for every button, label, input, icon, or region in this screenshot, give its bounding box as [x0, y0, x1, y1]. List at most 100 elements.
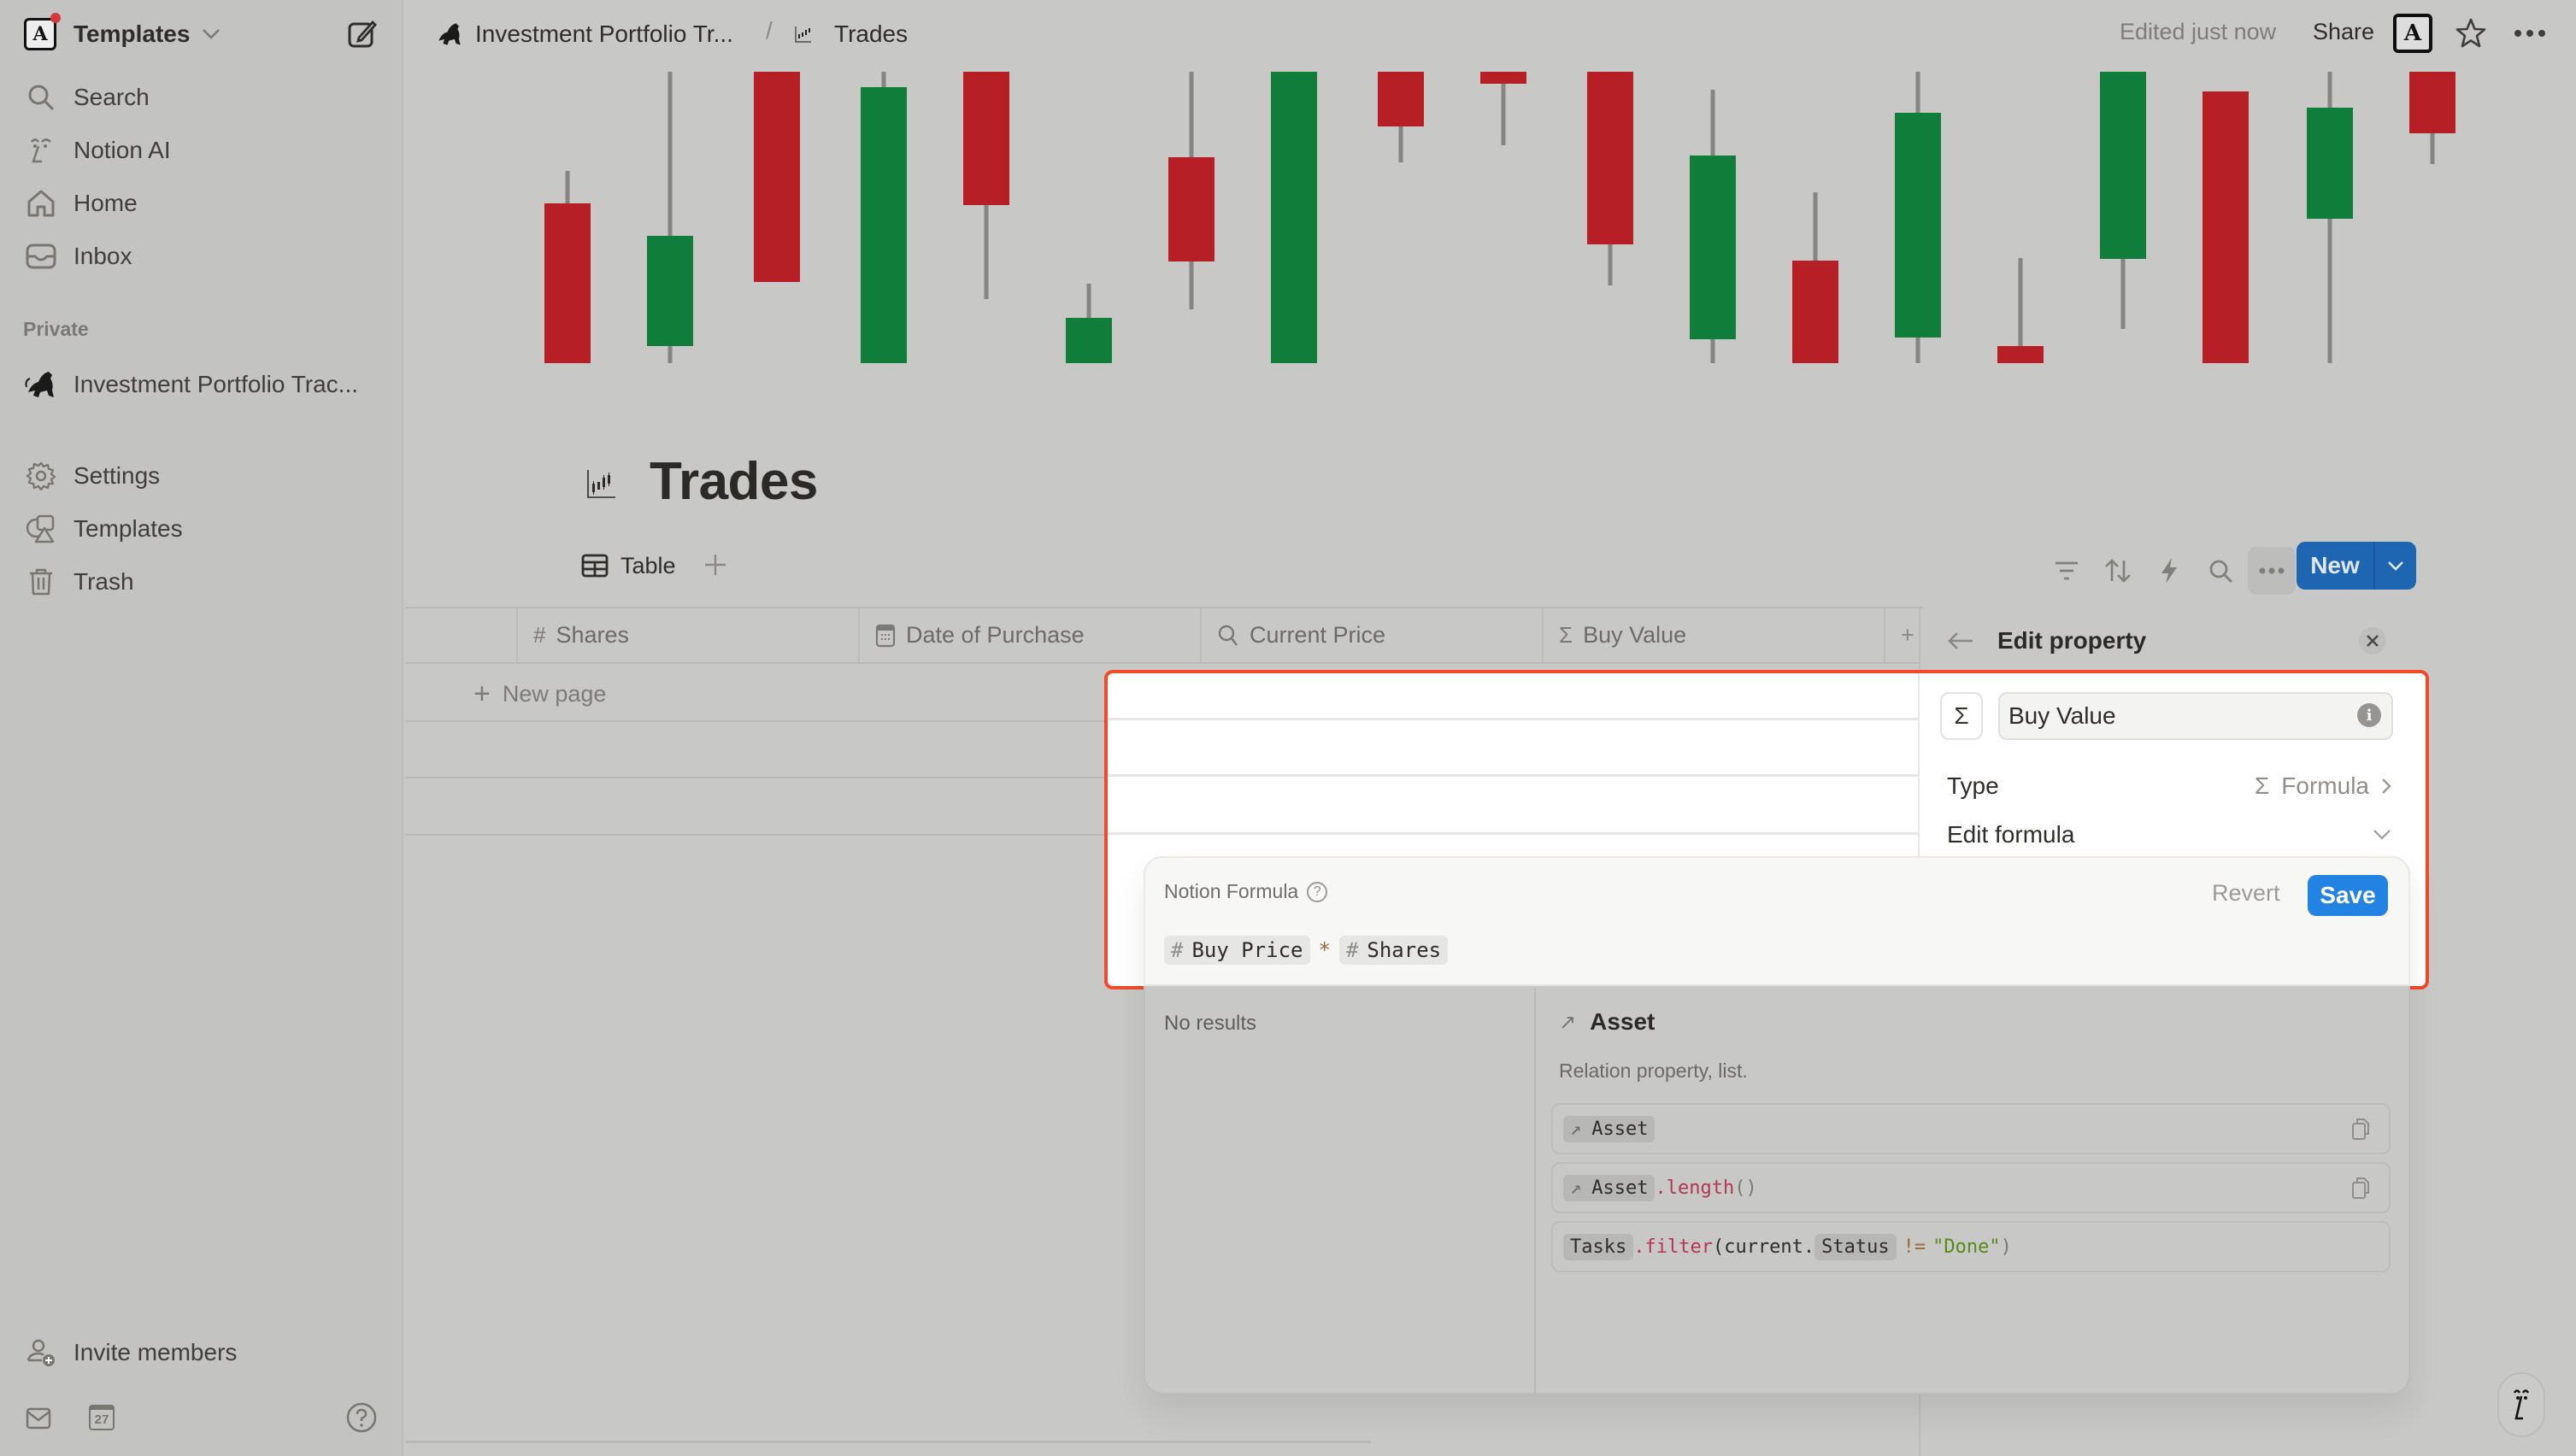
sidebar-page-investment-portfolio[interactable]: Investment Portfolio Trac...: [24, 363, 358, 406]
formula-input-area[interactable]: [1144, 856, 2410, 986]
sidebar-item-notion-ai[interactable]: Notion AI: [24, 129, 171, 172]
doc-title-label: Asset: [1590, 1008, 1656, 1035]
mail-icon[interactable]: [26, 1406, 51, 1430]
property-icon-button[interactable]: Σ: [1940, 692, 1983, 740]
calendar-icon[interactable]: 27: [89, 1405, 115, 1430]
number-icon: #: [1345, 938, 1359, 962]
chevron-down-icon: [202, 28, 221, 40]
property-type-row[interactable]: Type Σ Formula: [1947, 769, 2391, 803]
view-tab-table[interactable]: Table: [581, 547, 676, 584]
type-value: Σ Formula: [2255, 772, 2391, 800]
example-item[interactable]: ↗ Asset: [1551, 1103, 2391, 1154]
candle-body-down: [1587, 72, 1633, 244]
column-header-label: Date of Purchase: [906, 622, 1085, 648]
breadcrumb-item-portfolio[interactable]: Investment Portfolio Tr...: [436, 17, 733, 51]
lightning-icon: [2161, 558, 2177, 584]
copy-icon[interactable]: [2351, 1117, 2370, 1141]
sidebar-item-label: Inbox: [74, 243, 132, 269]
example-item[interactable]: ↗ Asset .length (): [1551, 1162, 2391, 1213]
property-chip-status: Status: [1814, 1233, 1897, 1260]
search-icon: [24, 80, 58, 114]
horizontal-scrollbar[interactable]: [405, 1441, 1371, 1443]
workspace-switcher[interactable]: A Templates: [24, 13, 221, 53]
edit-property-title: Edit property: [1997, 627, 2147, 654]
edit-formula-row[interactable]: Edit formula: [1947, 818, 2391, 852]
column-header-date-of-purchase[interactable]: Date of Purchase: [858, 608, 1200, 662]
help-icon[interactable]: ?: [1307, 881, 1328, 902]
more-options-button[interactable]: [2513, 21, 2547, 46]
column-header-shares[interactable]: # Shares: [516, 608, 858, 662]
revert-button[interactable]: Revert: [2212, 880, 2280, 907]
new-dropdown-button[interactable]: [2375, 542, 2416, 590]
arrow-left-icon: [1948, 632, 1973, 649]
row-divider: [1108, 774, 1920, 777]
sidebar-item-search[interactable]: Search: [24, 76, 150, 119]
page-cover[interactable]: [405, 68, 2576, 367]
sort-button[interactable]: [2094, 547, 2142, 595]
trash-icon: [24, 565, 58, 599]
column-header-buy-value[interactable]: Σ Buy Value: [1542, 608, 1884, 662]
suggestions-empty: No results: [1164, 1012, 1257, 1035]
sidebar-item-settings[interactable]: Settings: [24, 455, 160, 497]
invite-members-button[interactable]: Invite members: [24, 1331, 237, 1374]
relation-arrow-icon: ↗: [1559, 1010, 1577, 1034]
function-parens: ): [2000, 1236, 2012, 1258]
candle-body-up: [1066, 318, 1112, 363]
candle-body-up: [647, 236, 693, 346]
new-record-button[interactable]: New: [2297, 542, 2416, 590]
string-literal: "Done": [1932, 1236, 2001, 1258]
filter-button[interactable]: [2043, 547, 2091, 595]
add-view-button[interactable]: [703, 552, 728, 578]
candlestick-icon: [795, 26, 812, 43]
search-icon: [2209, 560, 2232, 583]
row-divider: [405, 720, 1106, 722]
help-icon[interactable]: [345, 1401, 378, 1434]
gear-icon: [24, 459, 58, 493]
edited-status: Edited just now: [2120, 19, 2277, 44]
column-header-current-price[interactable]: Current Price: [1200, 608, 1542, 662]
type-value-label: Formula: [2281, 772, 2369, 799]
page-title[interactable]: Trades: [650, 451, 818, 512]
close-button[interactable]: [2359, 627, 2386, 655]
candle-body-down: [1480, 72, 1526, 84]
copy-icon[interactable]: [2351, 1176, 2370, 1200]
back-button[interactable]: [1947, 631, 1974, 651]
info-icon[interactable]: i: [2357, 703, 2381, 727]
sidebar-item-label: Trash: [74, 568, 134, 595]
sidebar-item-home[interactable]: Home: [24, 182, 138, 225]
sidebar-item-label: Investment Portfolio Trac...: [74, 371, 359, 397]
search-button[interactable]: [2197, 547, 2244, 595]
notion-ai-button[interactable]: [2497, 1372, 2545, 1437]
new-page-button[interactable]: [347, 19, 378, 50]
example-item[interactable]: Tasks .filter (current. Status != "Done"…: [1551, 1221, 2391, 1272]
notion-ai-icon: [2513, 1389, 2530, 1420]
sidebar-item-trash[interactable]: Trash: [24, 561, 134, 603]
favorite-button[interactable]: [2455, 17, 2487, 50]
star-icon: [2455, 18, 2486, 48]
breadcrumb-item-trades[interactable]: Trades: [795, 17, 908, 51]
invite-members-label: Invite members: [74, 1339, 238, 1365]
save-button[interactable]: Save: [2308, 875, 2388, 916]
candle-body-up: [1271, 72, 1317, 363]
breadcrumb-separator: /: [766, 17, 773, 44]
calendar-icon: [875, 624, 896, 648]
view-options-button[interactable]: [2248, 547, 2296, 595]
property-name-input[interactable]: Buy Value: [1998, 692, 2393, 740]
table-header-border: [405, 662, 1923, 664]
share-button[interactable]: Share: [2313, 19, 2374, 45]
candle-body-down: [963, 72, 1009, 205]
add-column-button[interactable]: +: [1884, 608, 1923, 662]
breadcrumb-label: Trades: [834, 21, 909, 47]
automation-button[interactable]: [2145, 547, 2193, 595]
doc-title: ↗ Asset: [1559, 1008, 1655, 1036]
sidebar-item-inbox[interactable]: Inbox: [24, 235, 132, 278]
workspace-logo: A: [24, 13, 61, 50]
formula-expression[interactable]: # Buy Price * # Shares: [1164, 935, 1449, 966]
page-icon[interactable]: [586, 468, 617, 499]
sigma-icon: Σ: [1954, 702, 1969, 729]
user-avatar[interactable]: A: [2393, 14, 2432, 53]
sidebar-item-templates[interactable]: Templates: [24, 508, 183, 550]
bull-icon: [436, 19, 463, 50]
new-page-row-button[interactable]: + New page: [473, 677, 606, 711]
chip-label: Shares: [1367, 938, 1442, 962]
